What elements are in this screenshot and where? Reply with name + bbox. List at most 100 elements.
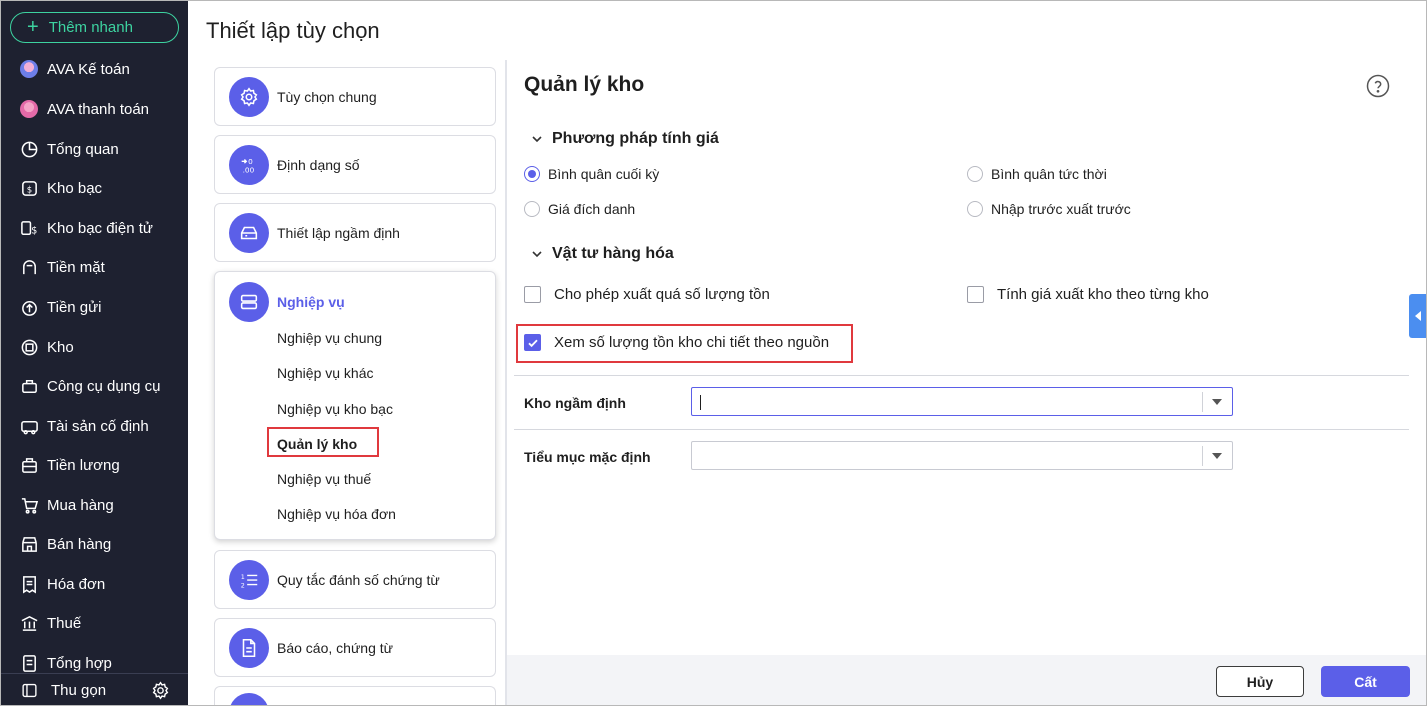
category-partial-icon	[229, 692, 269, 706]
settings-content	[507, 60, 1427, 706]
default-settings-icon	[229, 212, 269, 253]
default-subitem-label: Tiểu mục mặc định	[524, 449, 651, 465]
chevron-down-icon	[532, 251, 542, 258]
sidebar-item-label: Kho bạc điện tử	[47, 219, 153, 237]
gear-icon[interactable]	[151, 681, 170, 704]
radio-fifo[interactable]: Nhập trước xuất trước	[967, 201, 1131, 217]
collapse-label[interactable]: Thu gọn	[51, 682, 106, 699]
section-title: Phương pháp tính giá	[552, 130, 719, 147]
radio-button[interactable]	[967, 166, 983, 182]
cash-icon	[19, 257, 39, 277]
sidebar-item-label: AVA Kế toán	[47, 60, 130, 78]
sidebar-item-tax[interactable]: Thuế	[0, 608, 188, 638]
sidebar-item-label: Hóa đơn	[47, 575, 106, 593]
subitem-other-business[interactable]: Nghiệp vụ khác	[277, 365, 374, 381]
sidebar-item-purchase[interactable]: Mua hàng	[0, 490, 188, 520]
sidebar-item-tools[interactable]: Công cụ dụng cụ	[0, 371, 188, 401]
quick-add-button[interactable]: + Thêm nhanh	[10, 12, 179, 43]
tools-icon	[19, 376, 39, 396]
checkbox-allow-over-stock[interactable]: Cho phép xuất quá số lượng tồn	[524, 286, 770, 303]
sidebar-item-label: Tiền lương	[47, 456, 120, 474]
option-highlight	[516, 324, 853, 363]
text-caret	[700, 395, 701, 410]
radio-button[interactable]	[524, 201, 540, 217]
help-icon[interactable]	[1366, 74, 1390, 98]
category-number-format[interactable]: 0.00 Định dạng số	[214, 135, 496, 194]
category-next-partial	[214, 686, 496, 706]
dropdown-arrow-icon[interactable]	[1212, 453, 1222, 459]
sidebar-item-ava-accounting[interactable]: AVA Kế toán	[0, 54, 188, 84]
subitem-invoice-business[interactable]: Nghiệp vụ hóa đơn	[277, 506, 396, 522]
sidebar-item-sales[interactable]: Bán hàng	[0, 529, 188, 559]
page-title: Thiết lập tùy chọn	[206, 18, 380, 43]
category-business[interactable]: Nghiệp vụ	[229, 282, 345, 322]
svg-text:.00: .00	[243, 165, 255, 174]
sidebar-item-e-treasury[interactable]: $ Kho bạc điện tử	[0, 213, 188, 243]
salary-icon	[19, 455, 39, 475]
checkbox[interactable]	[967, 286, 984, 303]
subitem-tax-business[interactable]: Nghiệp vụ thuế	[277, 471, 371, 487]
section-title: Vật tư hàng hóa	[552, 245, 674, 262]
cart-icon	[19, 495, 39, 515]
pricing-method-section[interactable]: Phương pháp tính giá	[531, 130, 719, 148]
sidebar-item-label: Tiền mặt	[47, 258, 105, 276]
radio-period-end-average[interactable]: Bình quân cuối kỳ	[524, 166, 659, 182]
sidebar-item-label: AVA thanh toán	[47, 100, 150, 118]
category-document-numbering[interactable]: 12 Quy tắc đánh số chứng từ	[214, 550, 496, 609]
category-label: Quy tắc đánh số chứng từ	[277, 571, 440, 588]
sidebar-item-salary[interactable]: Tiền lương	[0, 450, 188, 480]
sidebar-item-deposit[interactable]: Tiền gửi	[0, 292, 188, 322]
category-label: Thiết lập ngầm định	[277, 224, 400, 241]
sidebar-item-fixed-assets[interactable]: Tài sản cố định	[0, 411, 188, 441]
warehouse-icon	[19, 337, 39, 357]
save-button[interactable]: Cất	[1321, 666, 1410, 697]
default-warehouse-label: Kho ngầm định	[524, 395, 626, 411]
materials-section[interactable]: Vật tư hàng hóa	[531, 245, 674, 263]
radio-label: Giá đích danh	[548, 201, 636, 217]
radio-button[interactable]	[524, 166, 540, 182]
category-label: Báo cáo, chứng từ	[277, 639, 394, 656]
numbered-list-icon: 12	[229, 559, 269, 600]
divider	[514, 375, 1409, 376]
plus-icon: +	[27, 15, 39, 38]
sidebar-item-cash[interactable]: Tiền mặt	[0, 252, 188, 282]
category-default-settings[interactable]: Thiết lập ngầm định	[214, 203, 496, 262]
sidebar-item-label: Bán hàng	[47, 535, 112, 553]
chevron-down-icon	[532, 136, 542, 143]
svg-text:$: $	[31, 225, 37, 236]
checkbox-price-per-warehouse[interactable]: Tính giá xuất kho theo từng kho	[967, 286, 1209, 303]
active-item-highlight	[267, 427, 379, 457]
collapse-icon[interactable]	[19, 680, 39, 700]
radio-button[interactable]	[967, 201, 983, 217]
content-title: Quản lý kho	[524, 73, 645, 96]
sidebar-item-treasury[interactable]: $ Kho bạc	[0, 173, 188, 203]
sidebar-item-label: Tổng hợp	[47, 654, 112, 672]
side-panel-toggle[interactable]	[1409, 294, 1427, 338]
gear-icon	[229, 76, 269, 117]
radio-instant-average[interactable]: Bình quân tức thời	[967, 166, 1107, 182]
dropdown-arrow-icon[interactable]	[1212, 399, 1222, 405]
category-reports-documents[interactable]: Báo cáo, chứng từ	[214, 618, 496, 677]
subitem-general-business[interactable]: Nghiệp vụ chung	[277, 330, 382, 346]
radio-specific-identification[interactable]: Giá đích danh	[524, 201, 635, 217]
sidebar-item-label: Thuế	[47, 614, 82, 632]
sidebar-item-warehouse[interactable]: Kho	[0, 332, 188, 362]
business-icon	[229, 282, 269, 322]
radio-label: Bình quân tức thời	[991, 166, 1107, 182]
fixed-asset-icon	[19, 416, 39, 436]
checkbox-label: Tính giá xuất kho theo từng kho	[997, 286, 1209, 303]
cancel-button[interactable]: Hủy	[1216, 666, 1304, 697]
sidebar-item-invoice[interactable]: Hóa đơn	[0, 569, 188, 599]
category-general-options[interactable]: Tùy chọn chung	[214, 67, 496, 126]
bank-icon	[19, 613, 39, 633]
checkbox-label: Cho phép xuất quá số lượng tồn	[554, 286, 770, 303]
subitem-treasury-business[interactable]: Nghiệp vụ kho bạc	[277, 401, 393, 417]
default-subitem-combobox[interactable]	[691, 441, 1233, 470]
checkbox[interactable]	[524, 286, 541, 303]
default-warehouse-combobox[interactable]	[691, 387, 1233, 416]
ava-payment-avatar-icon	[19, 99, 39, 119]
caret-left-icon	[1415, 311, 1421, 321]
sidebar-item-overview[interactable]: Tổng quan	[0, 134, 188, 164]
sidebar-item-label: Tiền gửi	[47, 298, 102, 316]
sidebar-item-ava-payment[interactable]: AVA thanh toán	[0, 94, 188, 124]
